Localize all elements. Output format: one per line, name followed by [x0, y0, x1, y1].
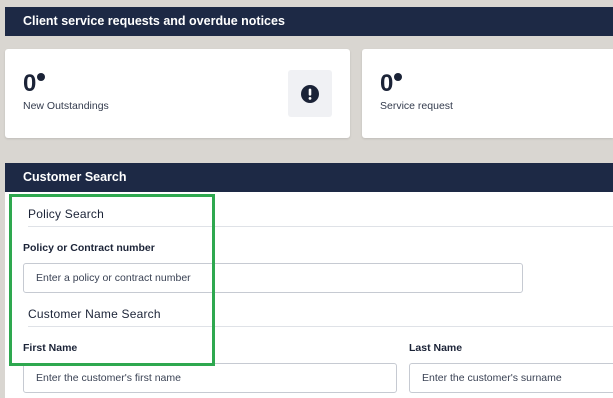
service-request-count-wrap: 0: [380, 70, 403, 97]
customer-search-title: Customer Search: [23, 170, 127, 184]
first-name-input[interactable]: [23, 363, 397, 393]
customer-search-header: Customer Search: [5, 163, 613, 192]
overdue-notices-title: Client service requests and overdue noti…: [23, 14, 285, 28]
policy-search-title: Policy Search: [28, 207, 104, 221]
notification-dot-icon: [37, 73, 46, 81]
exclamation-circle-icon: [288, 70, 332, 117]
service-request-label: Service request: [380, 100, 453, 112]
policy-number-label: Policy or Contract number: [23, 242, 155, 254]
new-outstandings-card[interactable]: 0 New Outstandings: [5, 49, 350, 138]
service-request-count: 0: [380, 70, 394, 97]
exclamation-circle-icon-graphic: [301, 84, 319, 103]
customer-search-panel: Policy Search Policy or Contract number …: [5, 192, 613, 398]
policy-search-divider: [28, 226, 613, 227]
last-name-label: Last Name: [409, 342, 463, 354]
new-outstandings-label: New Outstandings: [23, 100, 109, 112]
notification-dot-icon: [394, 73, 403, 81]
policy-number-input[interactable]: [23, 263, 523, 293]
customer-name-search-divider: [28, 326, 613, 327]
overdue-notices-header: Client service requests and overdue noti…: [5, 7, 613, 36]
first-name-label: First Name: [23, 342, 78, 354]
new-outstandings-count-wrap: 0: [23, 70, 46, 97]
customer-name-search-title: Customer Name Search: [28, 307, 161, 321]
last-name-input[interactable]: [409, 363, 613, 393]
service-request-card[interactable]: 0 Service request: [362, 49, 613, 138]
new-outstandings-count: 0: [23, 70, 37, 97]
